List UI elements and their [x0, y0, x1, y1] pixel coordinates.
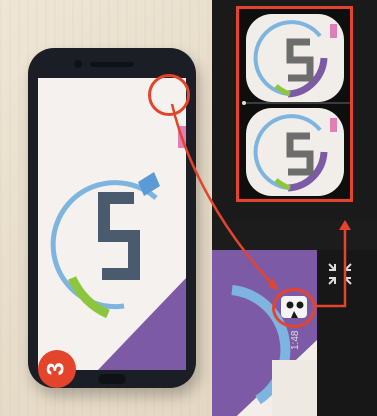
callout-arrow-to-icon [170, 103, 279, 291]
callout-arrow-to-inset [316, 228, 347, 308]
status-bar-clock: 1:48 [290, 330, 301, 350]
phone-corner-highlight-circle [148, 74, 190, 116]
step-number-badge: 3 [38, 350, 76, 388]
step-number-label: 3 [42, 362, 70, 376]
cardboard-icon-highlight-circle [272, 288, 316, 328]
